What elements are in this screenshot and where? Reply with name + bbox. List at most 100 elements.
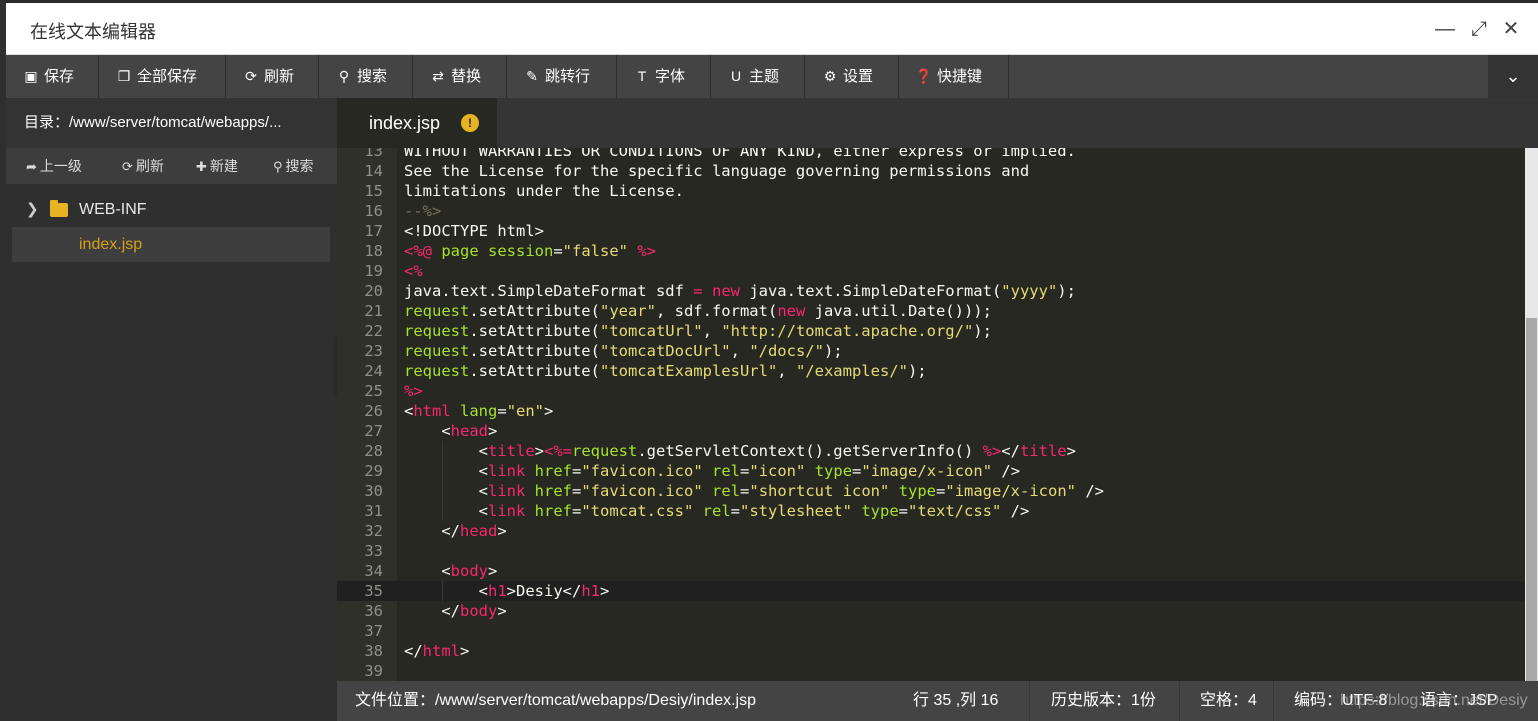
code-token: body [460,602,498,620]
line-number: 27 [364,422,383,440]
settings-button[interactable]: ⚙ 设置 [805,55,899,98]
line-number: 25 [364,382,383,400]
code-token: "en" [506,402,545,420]
code-token: >Desiy</ [506,582,582,600]
code-line: 34 <body> [337,561,1525,581]
code-token: , [702,322,722,340]
code-line: 20 java.text.SimpleDateFormat sdf = new j… [337,281,1525,301]
minimize-icon[interactable]: — [1434,18,1456,40]
code-token: See the License for the specific languag… [404,162,1030,180]
code-text: request.setAttribute("tomcatExamplesUrl"… [404,361,927,381]
code-token: request [572,442,638,460]
save-button[interactable]: ▣ 保存 [6,55,99,98]
code-token: "tomcatExamplesUrl" [599,362,778,380]
line-number: 16 [364,202,383,220]
code-token: java.util.Date())); [805,302,992,320]
font-button[interactable]: T 字体 [617,55,711,98]
new-file-button[interactable]: ✚ 新建 [196,148,238,184]
code-line: 35 <h1>Desiy</h1> [337,581,1525,601]
code-token: --%> [404,202,442,220]
status-divider [1029,681,1030,721]
code-line: 19 <% [337,261,1525,281]
code-token: session [488,242,554,260]
directory-path: 目录：/www/server/tomcat/webapps/... [6,98,337,148]
code-token: "favicon.ico" [581,482,703,500]
save-all-button[interactable]: ❐ 全部保存 [99,55,226,98]
watermark: https://blog.csdn.net/Desiy [1340,692,1528,709]
line-number: 36 [364,602,383,620]
replace-icon: ⇄ [432,68,444,84]
code-token: "icon" [749,462,806,480]
code-token: java.text.SimpleDateFormat sdf [404,282,694,300]
code-token: > [488,422,498,440]
tab-index-jsp[interactable]: index.jsp ! [337,98,497,148]
collapse-toolbar-button[interactable]: ⌄ [1488,55,1538,98]
shortcuts-button[interactable]: ❓ 快捷键 [899,55,1009,98]
cursor-position[interactable]: 行 35 ,列 16 [913,681,998,721]
code-token: , [730,342,750,360]
theme-button[interactable]: U 主题 [711,55,805,98]
indent-setting[interactable]: 空格：4 [1200,681,1257,721]
code-token: title [488,442,535,460]
code-token: < [404,402,414,420]
code-token: < [404,462,488,480]
code-token: > [488,562,498,580]
code-token: > [460,642,470,660]
search-button[interactable]: ⚲ 搜索 [319,55,413,98]
maximize-icon[interactable]: ⤢ [1468,18,1490,40]
code-text: java.text.SimpleDateFormat sdf = new jav… [404,281,1076,301]
line-number: 34 [364,562,383,580]
gear-icon: ⚙ [823,68,837,84]
code-token: > [497,522,507,540]
code-line: 13 WITHOUT WARRANTIES OR CONDITIONS OF AN… [337,148,1525,161]
close-icon[interactable]: ✕ [1500,18,1522,40]
goto-line-button[interactable]: ✎ 跳转行 [507,55,617,98]
replace-button[interactable]: ⇄ 替换 [413,55,507,98]
code-token: = [936,482,946,500]
code-token: = [730,502,741,520]
code-token: rel [712,462,741,480]
code-token: </ [404,602,460,620]
code-token: = [497,402,507,420]
scrollbar-thumb[interactable] [1526,318,1537,681]
code-editor[interactable]: 13 WITHOUT WARRANTIES OR CONDITIONS OF AN… [337,148,1525,681]
code-token: = [572,482,582,500]
tree-file-index-jsp[interactable]: index.jsp [12,227,330,262]
code-line: 37 [337,621,1525,641]
code-line: 38 </html> [337,641,1525,661]
code-token: < [404,422,451,440]
code-token: /> [992,462,1021,480]
tree-folder-web-inf[interactable]: ❯ WEB-INF [12,192,330,227]
code-text: See the License for the specific languag… [404,161,1029,181]
code-token: = [740,482,750,500]
editor-scrollbar[interactable] [1525,148,1538,681]
indent-guide [441,481,443,501]
code-text: <link href="tomcat.css" rel="stylesheet"… [404,501,1030,521]
code-token: h1 [581,582,600,600]
code-line: 25 %> [337,381,1525,401]
code-token: < [404,442,488,460]
code-token: .getServletContext().getServerInfo() [637,442,983,460]
indent-guide [441,581,443,601]
code-token: request [404,302,470,320]
refresh-button[interactable]: ⟳ 刷新 [226,55,319,98]
up-level-button[interactable]: ➦ 上一级 [26,148,82,184]
code-token: > [497,602,507,620]
code-line: 27 <head> [337,421,1525,441]
code-token: "stylesheet" [740,502,852,520]
search-icon: ⚲ [273,159,283,174]
code-line: 24 request.setAttribute("tomcatExamplesUr… [337,361,1525,381]
history-versions[interactable]: 历史版本：1份 [1051,681,1156,721]
code-token: ); [1057,282,1076,300]
code-text: request.setAttribute("tomcatDocUrl", "/d… [404,341,843,361]
status-divider [1179,681,1180,721]
code-token: "http://tomcat.apache.org/" [721,322,974,340]
sidebar-refresh-button[interactable]: ⟳ 刷新 [122,148,164,184]
code-token: type [861,502,899,520]
chevron-down-icon: ⌄ [1505,66,1521,86]
code-line: 15 limitations under the License. [337,181,1525,201]
sidebar-search-button[interactable]: ⚲ 搜索 [273,148,314,184]
